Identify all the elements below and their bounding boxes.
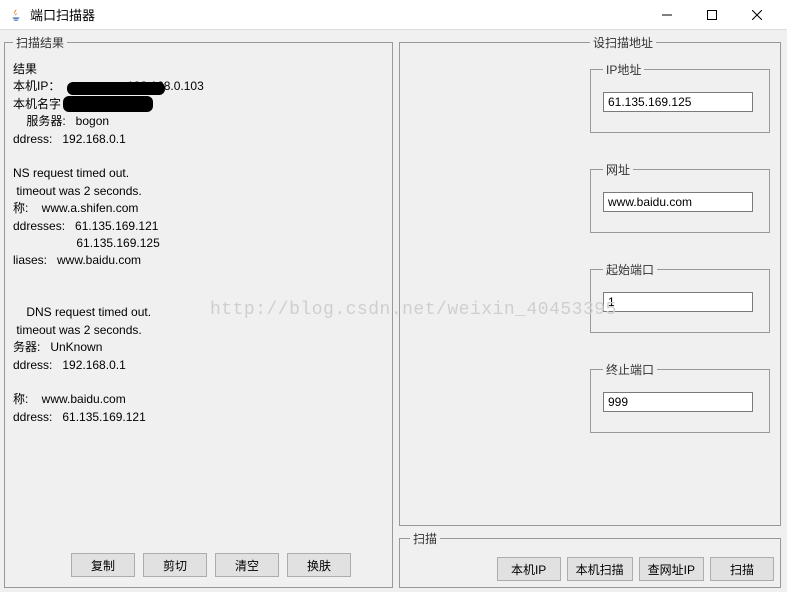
- titlebar: 端口扫描器: [0, 0, 787, 30]
- url-legend: 网址: [603, 161, 633, 178]
- local-ip-button[interactable]: 本机IP: [497, 557, 561, 581]
- local-scan-button[interactable]: 本机扫描: [567, 557, 633, 581]
- right-panel: 设扫描地址 IP地址 网址 起始端口 终止端口 扫描 本机IP: [399, 34, 781, 588]
- maximize-button[interactable]: [689, 1, 734, 29]
- client-area: 扫描结果 结果 本机IP： 192.168.0.103 本机名字 服务器: bo…: [0, 30, 787, 592]
- ip-address-legend: IP地址: [603, 61, 644, 78]
- scan-button[interactable]: 扫描: [710, 557, 774, 581]
- close-button[interactable]: [734, 1, 779, 29]
- scan-result-group: 扫描结果 结果 本机IP： 192.168.0.103 本机名字 服务器: bo…: [4, 34, 393, 588]
- url-input[interactable]: [603, 192, 753, 212]
- end-port-legend: 终止端口: [603, 361, 657, 378]
- redacted-region: [63, 96, 153, 112]
- clear-button[interactable]: 清空: [215, 553, 279, 577]
- left-panel: 扫描结果 结果 本机IP： 192.168.0.103 本机名字 服务器: bo…: [4, 34, 393, 588]
- copy-button[interactable]: 复制: [71, 553, 135, 577]
- skin-button[interactable]: 换肤: [287, 553, 351, 577]
- start-port-input[interactable]: [603, 292, 753, 312]
- scan-address-legend: 设扫描地址: [590, 34, 656, 51]
- minimize-button[interactable]: [644, 1, 689, 29]
- scan-result-legend: 扫描结果: [13, 34, 67, 51]
- scan-button-row: 本机IP 本机扫描 查网址IP 扫描: [410, 551, 774, 583]
- start-port-group: 起始端口: [590, 261, 770, 333]
- url-group: 网址: [590, 161, 770, 233]
- result-button-row: 复制 剪切 清空 换肤: [13, 547, 384, 579]
- scan-action-group: 扫描 本机IP 本机扫描 查网址IP 扫描: [399, 530, 781, 588]
- end-port-input[interactable]: [603, 392, 753, 412]
- cut-button[interactable]: 剪切: [143, 553, 207, 577]
- window-title: 端口扫描器: [30, 5, 95, 24]
- java-app-icon: [8, 7, 24, 23]
- ip-address-input[interactable]: [603, 92, 753, 112]
- result-text-area[interactable]: 结果 本机IP： 192.168.0.103 本机名字 服务器: bogon d…: [13, 59, 384, 547]
- ip-address-group: IP地址: [590, 61, 770, 133]
- redacted-region: [67, 82, 165, 95]
- scan-address-group: 设扫描地址 IP地址 网址 起始端口 终止端口: [399, 34, 781, 526]
- lookup-url-ip-button[interactable]: 查网址IP: [639, 557, 704, 581]
- start-port-legend: 起始端口: [603, 261, 657, 278]
- end-port-group: 终止端口: [590, 361, 770, 433]
- scan-action-legend: 扫描: [410, 530, 440, 547]
